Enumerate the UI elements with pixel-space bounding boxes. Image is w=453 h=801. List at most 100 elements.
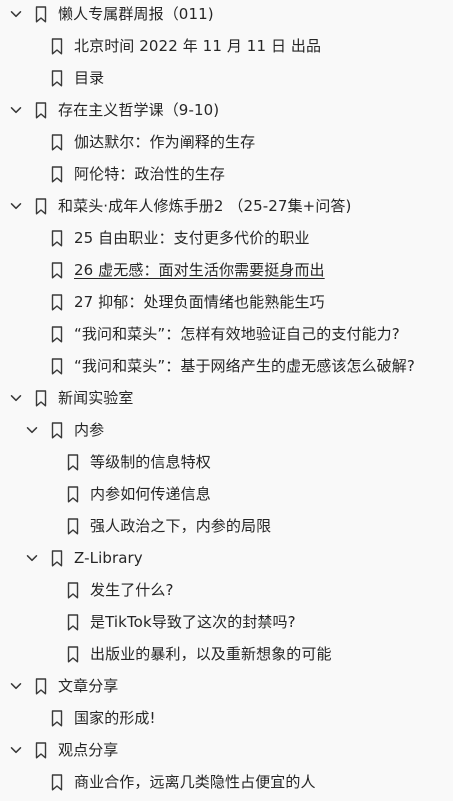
outline-item-label: “我问和菜头”：怎样有效地验证自己的支付能力? (74, 325, 400, 343)
bookmark-icon (66, 613, 80, 631)
outline-item-ep26[interactable]: 26 虚无感：面对生活你需要挺身而出 (0, 254, 453, 286)
bookmark-icon (50, 357, 64, 375)
outline-item-articles[interactable]: 文章分享 (0, 670, 453, 702)
bookmark-icon (34, 5, 48, 23)
outline-item-label: 伽达默尔：作为阐释的生存 (74, 133, 256, 151)
bookmark-icon (50, 37, 64, 55)
outline-item-zlibrary[interactable]: Z-Library (0, 542, 453, 574)
outline-item-label: 出版业的暴利，以及重新想象的可能 (90, 645, 332, 663)
bookmark-icon (50, 165, 64, 183)
bookmark-icon (66, 453, 80, 471)
outline-item-beijing-time[interactable]: 北京时间 2022 年 11 月 11 日 出品 (0, 30, 453, 62)
outline-item-label: 观点分享 (58, 741, 119, 759)
bookmark-icon (50, 261, 64, 279)
chevron-down-icon[interactable] (24, 422, 40, 438)
bookmark-icon (66, 581, 80, 599)
outline-item-hecaitou-handbook[interactable]: 和菜头·成年人修炼手册2 （25-27集+问答) (0, 190, 453, 222)
outline-item-label: 文章分享 (58, 677, 119, 695)
outline-item-state-formation[interactable]: 国家的形成! (0, 702, 453, 734)
bookmark-icon (50, 325, 64, 343)
outline-item-business[interactable]: 商业合作，远离几类隐性占便宜的人 (0, 766, 453, 798)
bookmark-icon (50, 709, 64, 727)
outline-item-label: 25 自由职业：支付更多代价的职业 (74, 229, 310, 247)
bookmark-icon (34, 101, 48, 119)
outline-item-label: 强人政治之下，内参的局限 (90, 517, 272, 535)
bookmark-icon (34, 197, 48, 215)
outline-item-label: 发生了什么? (90, 581, 174, 599)
outline-item-label: “我问和菜头”：基于网络产生的虚无感该怎么破解? (74, 357, 415, 375)
chevron-down-icon[interactable] (8, 678, 24, 694)
bookmark-outline-tree: 懒人专属群周报（011) 北京时间 2022 年 11 月 11 日 出品 目录存在… (0, 0, 453, 801)
outline-item-label: 懒人专属群周报（011) (58, 5, 214, 23)
outline-item-label: 内参 (74, 421, 105, 439)
bookmark-icon (50, 229, 64, 247)
bookmark-icon (66, 517, 80, 535)
outline-item-label: 目录 (74, 69, 105, 87)
outline-item-label: 和菜头·成年人修炼手册2 （25-27集+问答) (58, 197, 352, 215)
outline-item-arendt[interactable]: 阿伦特：政治性的生存 (0, 158, 453, 190)
outline-item-existentialism[interactable]: 存在主义哲学课（9-10) (0, 94, 453, 126)
bookmark-icon (34, 741, 48, 759)
bookmark-icon (34, 389, 48, 407)
chevron-down-icon[interactable] (8, 742, 24, 758)
outline-item-label: 26 虚无感：面对生活你需要挺身而出 (74, 261, 325, 279)
outline-item-publishing[interactable]: 出版业的暴利，以及重新想象的可能 (0, 638, 453, 670)
chevron-down-icon[interactable] (8, 390, 24, 406)
outline-item-neican-transfer[interactable]: 内参如何传递信息 (0, 478, 453, 510)
chevron-down-icon[interactable] (8, 198, 24, 214)
outline-item-contents[interactable]: 目录 (0, 62, 453, 94)
outline-item-label: 国家的形成! (74, 709, 156, 727)
outline-item-info-privilege[interactable]: 等级制的信息特权 (0, 446, 453, 478)
outline-item-what-happened[interactable]: 发生了什么? (0, 574, 453, 606)
outline-item-label: 是TikTok导致了这次的封禁吗? (90, 613, 296, 631)
bookmark-icon (50, 773, 64, 791)
chevron-down-icon[interactable] (8, 6, 24, 22)
bookmark-icon (50, 69, 64, 87)
outline-item-label: 北京时间 2022 年 11 月 11 日 出品 (74, 37, 322, 55)
bookmark-icon (66, 485, 80, 503)
outline-item-weekly-report[interactable]: 懒人专属群周报（011) (0, 0, 453, 30)
bookmark-icon (50, 549, 64, 567)
outline-item-neican-limits[interactable]: 强人政治之下，内参的局限 (0, 510, 453, 542)
outline-item-label: 商业合作，远离几类隐性占便宜的人 (74, 773, 316, 791)
outline-item-qa-payment[interactable]: “我问和菜头”：怎样有效地验证自己的支付能力? (0, 318, 453, 350)
bookmark-icon (50, 421, 64, 439)
outline-item-opinions[interactable]: 观点分享 (0, 734, 453, 766)
outline-item-gadamer[interactable]: 伽达默尔：作为阐释的生存 (0, 126, 453, 158)
outline-item-qa-nihilism[interactable]: “我问和菜头”：基于网络产生的虚无感该怎么破解? (0, 350, 453, 382)
outline-item-label: 27 抑郁：处理负面情绪也能熟能生巧 (74, 293, 325, 311)
chevron-down-icon[interactable] (24, 550, 40, 566)
outline-item-label: 新闻实验室 (58, 389, 134, 407)
outline-item-ep27[interactable]: 27 抑郁：处理负面情绪也能熟能生巧 (0, 286, 453, 318)
outline-item-label: Z-Library (74, 549, 143, 567)
chevron-down-icon[interactable] (8, 102, 24, 118)
bookmark-icon (50, 293, 64, 311)
outline-item-label: 阿伦特：政治性的生存 (74, 165, 226, 183)
bookmark-icon (50, 133, 64, 151)
outline-item-neican[interactable]: 内参 (0, 414, 453, 446)
outline-item-label: 存在主义哲学课（9-10) (58, 101, 220, 119)
outline-item-tiktok[interactable]: 是TikTok导致了这次的封禁吗? (0, 606, 453, 638)
outline-item-ep25[interactable]: 25 自由职业：支付更多代价的职业 (0, 222, 453, 254)
bookmark-icon (66, 645, 80, 663)
bookmark-icon (34, 677, 48, 695)
outline-item-label: 内参如何传递信息 (90, 485, 211, 503)
outline-item-news-lab[interactable]: 新闻实验室 (0, 382, 453, 414)
